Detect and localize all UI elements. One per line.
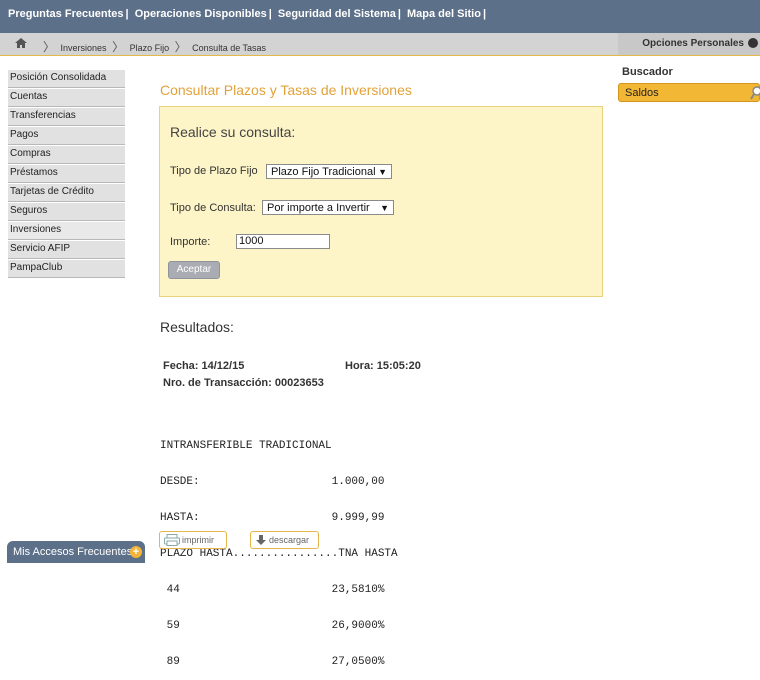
form-heading: Realice su consulta:: [170, 124, 296, 140]
download-button[interactable]: descargar: [250, 531, 319, 549]
importe-input[interactable]: 1000: [236, 234, 330, 249]
search-title: Buscador: [622, 66, 673, 78]
chevron-right-icon: 〉: [174, 40, 187, 54]
aceptar-button[interactable]: Aceptar: [168, 261, 220, 279]
tipo-consulta-selected: Por importe a Invertir: [267, 202, 370, 214]
search-icon[interactable]: [750, 86, 760, 100]
tipo-consulta-label: Tipo de Consulta:: [170, 202, 256, 214]
tipo-plazo-label: Tipo de Plazo Fijo: [170, 165, 258, 177]
sidebar-item-posicion-consolidada[interactable]: Posición Consolidada: [8, 70, 125, 88]
tipo-plazo-select[interactable]: Plazo Fijo Tradicional ▼: [266, 164, 392, 179]
result-line: 59 26,9000%: [160, 620, 385, 632]
sidebar-item-pagos[interactable]: Pagos: [8, 127, 125, 145]
plus-icon[interactable]: +: [130, 546, 142, 558]
printer-icon: [164, 534, 180, 546]
top-nav-links: Preguntas Frecuentes | Operaciones Dispon…: [8, 8, 489, 20]
result-line: HASTA: 9.999,99: [160, 512, 385, 524]
nav-separator: |: [397, 8, 401, 20]
sidebar-item-seguros[interactable]: Seguros: [8, 203, 125, 221]
breadcrumb: 〉 Inversiones 〉 Plazo Fijo 〉 Consulta de…: [0, 33, 760, 56]
result-line: 44 23,5810%: [160, 584, 385, 596]
query-form-panel: Realice su consulta: Tipo de Plazo Fijo …: [159, 106, 603, 297]
nav-link-faq[interactable]: Preguntas Frecuentes: [8, 8, 124, 20]
frequent-access-tab[interactable]: Mis Accesos Frecuentes +: [7, 541, 145, 563]
tipo-consulta-select[interactable]: Por importe a Invertir ▼: [262, 200, 394, 215]
tipo-plazo-selected: Plazo Fijo Tradicional: [271, 166, 376, 178]
result-hora: Hora: 15:05:20: [345, 360, 421, 372]
dropdown-arrow-icon: ▼: [380, 203, 389, 213]
sidebar-item-compras[interactable]: Compras: [8, 146, 125, 164]
sidebar-menu: Posición Consolidada Cuentas Transferenc…: [8, 70, 125, 279]
result-line: 89 27,0500%: [160, 656, 385, 668]
breadcrumb-inversiones[interactable]: Inversiones: [61, 43, 107, 53]
breadcrumb-trail: 〉 Inversiones 〉 Plazo Fijo 〉 Consulta de…: [40, 38, 266, 55]
top-navigation: Preguntas Frecuentes | Operaciones Dispon…: [0, 0, 760, 33]
search-box[interactable]: Saldos: [618, 83, 760, 102]
result-fecha: Fecha: 14/12/15: [163, 360, 245, 372]
search-input[interactable]: Saldos: [625, 87, 659, 99]
frequent-access-label: Mis Accesos Frecuentes: [13, 546, 133, 558]
result-line: PLAZO HASTA................TNA HASTA: [160, 548, 398, 560]
chevron-right-icon: 〉: [112, 40, 125, 54]
results-heading: Resultados:: [160, 319, 234, 335]
nav-separator: |: [482, 8, 487, 20]
sidebar-item-tarjetas[interactable]: Tarjetas de Crédito: [8, 184, 125, 202]
breadcrumb-plazo-fijo[interactable]: Plazo Fijo: [130, 43, 170, 53]
result-line: DESDE: 1.000,00: [160, 476, 385, 488]
nav-link-operations[interactable]: Operaciones Disponibles: [135, 8, 267, 20]
nav-separator: |: [268, 8, 272, 20]
nav-link-security[interactable]: Seguridad del Sistema: [278, 8, 396, 20]
download-arrow-icon: [256, 535, 266, 545]
result-transaccion: Nro. de Transacción: 00023653: [163, 377, 324, 389]
sidebar-item-afip[interactable]: Servicio AFIP: [8, 241, 125, 259]
sidebar-item-transferencias[interactable]: Transferencias: [8, 108, 125, 126]
result-line: INTRANSFERIBLE TRADICIONAL: [160, 440, 332, 452]
home-icon[interactable]: [14, 36, 28, 50]
importe-label: Importe:: [170, 236, 211, 248]
dropdown-arrow-icon: ▼: [378, 167, 387, 177]
nav-link-sitemap[interactable]: Mapa del Sitio: [407, 8, 481, 20]
print-button[interactable]: imprimir: [159, 531, 227, 549]
sidebar-item-pampaclub[interactable]: PampaClub: [8, 260, 125, 278]
personal-options-panel: Opciones Personales: [618, 33, 760, 55]
options-circle-icon[interactable]: [748, 38, 758, 48]
print-label: imprimir: [182, 535, 214, 545]
personal-options-link[interactable]: Opciones Personales: [642, 38, 744, 49]
nav-separator: |: [125, 8, 129, 20]
download-label: descargar: [269, 535, 310, 545]
chevron-right-icon: 〉: [43, 40, 56, 54]
sidebar-item-prestamos[interactable]: Préstamos: [8, 165, 125, 183]
page-title: Consultar Plazos y Tasas de Inversiones: [160, 82, 412, 98]
sidebar-item-inversiones[interactable]: Inversiones: [8, 222, 125, 240]
sidebar-item-cuentas[interactable]: Cuentas: [8, 89, 125, 107]
breadcrumb-current: Consulta de Tasas: [192, 43, 267, 53]
